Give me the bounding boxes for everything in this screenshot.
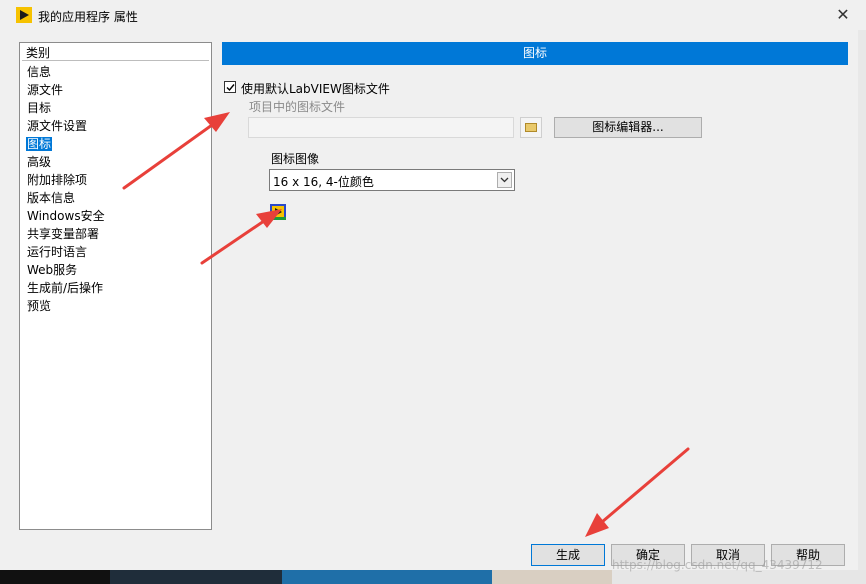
use-default-icon-label[interactable]: 使用默认LabVIEW图标文件 <box>241 80 390 97</box>
right-edge <box>858 30 866 570</box>
category-item-icon[interactable]: 图标 <box>26 135 106 153</box>
category-item-web-services[interactable]: Web服务 <box>26 261 106 279</box>
category-item-windows-security[interactable]: Windows安全 <box>26 207 106 225</box>
icon-editor-button[interactable]: 图标编辑器... <box>554 117 702 138</box>
category-header: 类别 <box>22 45 209 61</box>
background-strip-segment <box>0 570 110 584</box>
category-item-source-file-settings[interactable]: 源文件设置 <box>26 117 106 135</box>
category-item-additional-exclusions[interactable]: 附加排除项 <box>26 171 106 189</box>
project-icon-file-input[interactable] <box>248 117 514 138</box>
folder-icon <box>525 123 537 132</box>
checkmark-icon <box>226 84 235 92</box>
category-list: 信息 源文件 目标 源文件设置 图标 高级 附加排除项 版本信息 Windows… <box>26 63 106 315</box>
labview-app-icon <box>16 7 32 23</box>
icon-image-dropdown[interactable]: 16 x 16, 4-位颜色 <box>269 169 515 191</box>
icon-image-label: 图标图像 <box>271 152 320 166</box>
category-item-run-time-languages[interactable]: 运行时语言 <box>26 243 106 261</box>
background-taskbar-strip <box>0 570 866 584</box>
window-title: 我的应用程序 属性 <box>38 10 138 24</box>
category-item-source-files[interactable]: 源文件 <box>26 81 106 99</box>
category-item-version-info[interactable]: 版本信息 <box>26 189 106 207</box>
category-list-panel: 类别 信息 源文件 目标 源文件设置 图标 高级 附加排除项 版本信息 Wind… <box>19 42 212 530</box>
browse-button[interactable] <box>520 117 542 138</box>
category-item-pre-post-build-actions[interactable]: 生成前/后操作 <box>26 279 106 297</box>
icon-image-selected-value: 16 x 16, 4-位颜色 <box>273 175 374 189</box>
properties-dialog: 我的应用程序 属性 ✕ 类别 信息 源文件 目标 源文件设置 图标 高级 附加排… <box>0 0 866 570</box>
project-icon-file-label: 项目中的图标文件 <box>249 100 346 114</box>
use-default-icon-checkbox[interactable] <box>224 81 236 93</box>
close-icon: ✕ <box>836 5 850 24</box>
category-item-destinations[interactable]: 目标 <box>26 99 106 117</box>
title-bar: 我的应用程序 属性 ✕ <box>0 0 866 30</box>
category-item-advanced[interactable]: 高级 <box>26 153 106 171</box>
background-strip-segment <box>492 570 612 584</box>
category-item-shared-variable-deployment[interactable]: 共享变量部署 <box>26 225 106 243</box>
build-button[interactable]: 生成 <box>531 544 605 566</box>
icon-preview-image <box>270 204 286 220</box>
watermark: https://blog.csdn.net/qq_43439712 <box>612 558 823 572</box>
chevron-down-icon <box>500 177 509 183</box>
category-item-preview[interactable]: 预览 <box>26 297 106 315</box>
background-strip-segment <box>612 570 866 584</box>
category-item-info[interactable]: 信息 <box>26 63 106 81</box>
section-title-bar: 图标 <box>222 42 848 65</box>
background-strip-segment <box>282 570 492 584</box>
close-button[interactable]: ✕ <box>830 4 856 26</box>
dropdown-button[interactable] <box>497 172 512 188</box>
